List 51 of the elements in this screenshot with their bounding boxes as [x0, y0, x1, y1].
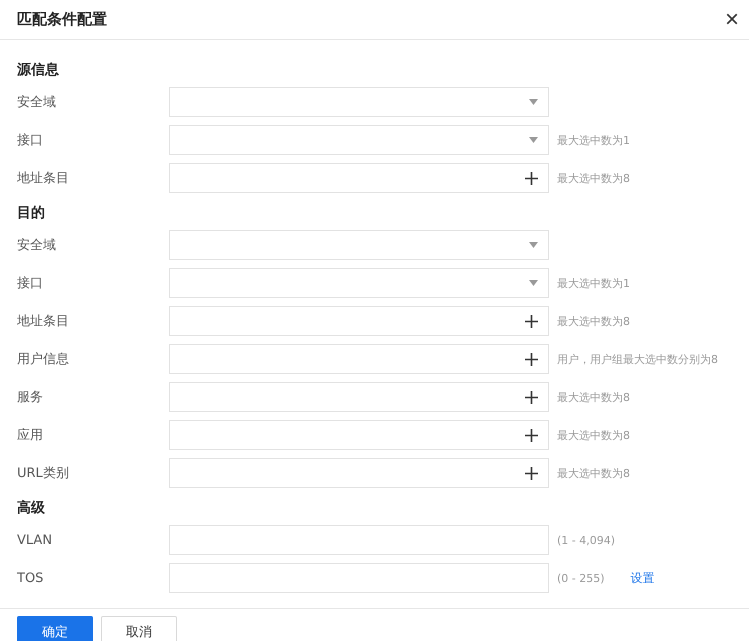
- field-label: 应用: [17, 427, 44, 444]
- field-label: 用户信息: [17, 351, 70, 368]
- dropdown-field[interactable]: [169, 230, 549, 260]
- field-hint: 用户，用户组最大选中数分别为8: [557, 352, 718, 366]
- add-icon[interactable]: [525, 172, 538, 184]
- field-label: VLAN: [17, 532, 54, 548]
- field-label: 地址条目: [17, 170, 70, 187]
- add-icon[interactable]: [525, 352, 538, 366]
- field-hint: 最大选中数为8: [557, 170, 630, 186]
- input-field[interactable]: [169, 563, 549, 593]
- dropdown-field[interactable]: [169, 125, 549, 155]
- field-label: 服务: [17, 389, 44, 406]
- picker-field[interactable]: [169, 382, 549, 412]
- dialog-title: 匹配条件配置: [17, 10, 107, 29]
- field-label: 接口: [17, 132, 44, 149]
- dropdown-field[interactable]: [169, 268, 549, 298]
- field-label: 接口: [17, 275, 44, 292]
- dropdown-caret-icon: [529, 99, 538, 105]
- confirm-button[interactable]: 确定: [17, 616, 93, 641]
- picker-field[interactable]: [169, 458, 549, 488]
- field-hint: (0 - 255): [557, 572, 605, 584]
- field-hint: 最大选中数为8: [557, 314, 630, 328]
- field-hint: 最大选中数为8: [557, 428, 630, 442]
- field-hint: 最大选中数为8: [557, 390, 630, 404]
- field-label: 安全域: [17, 94, 57, 111]
- settings-link[interactable]: 设置: [630, 570, 655, 586]
- picker-field[interactable]: [169, 163, 549, 193]
- field-hint: 最大选中数为1: [557, 132, 630, 148]
- field-label: 安全域: [17, 237, 57, 254]
- picker-field[interactable]: [169, 306, 549, 336]
- picker-field[interactable]: [169, 344, 549, 374]
- dropdown-field[interactable]: [169, 87, 549, 117]
- dropdown-caret-icon: [529, 242, 538, 248]
- field-hint: 最大选中数为1: [557, 276, 630, 290]
- picker-field[interactable]: [169, 420, 549, 450]
- field-label: 地址条目: [17, 313, 70, 330]
- add-icon[interactable]: [525, 428, 538, 442]
- input-field[interactable]: [169, 525, 549, 555]
- section-heading: 源信息: [16, 61, 60, 80]
- add-icon[interactable]: [525, 390, 538, 404]
- dropdown-caret-icon: [529, 137, 538, 143]
- field-hint: 最大选中数为8: [557, 466, 630, 480]
- section-heading: 目的: [16, 204, 46, 223]
- add-icon[interactable]: [525, 314, 538, 328]
- field-label: URL类别: [17, 465, 70, 482]
- cancel-button[interactable]: 取消: [101, 616, 177, 641]
- field-hint: (1 - 4,094): [557, 534, 616, 546]
- add-icon[interactable]: [525, 466, 538, 480]
- section-heading: 高级: [16, 498, 46, 518]
- dropdown-caret-icon: [529, 280, 538, 286]
- field-label: TOS: [17, 570, 44, 586]
